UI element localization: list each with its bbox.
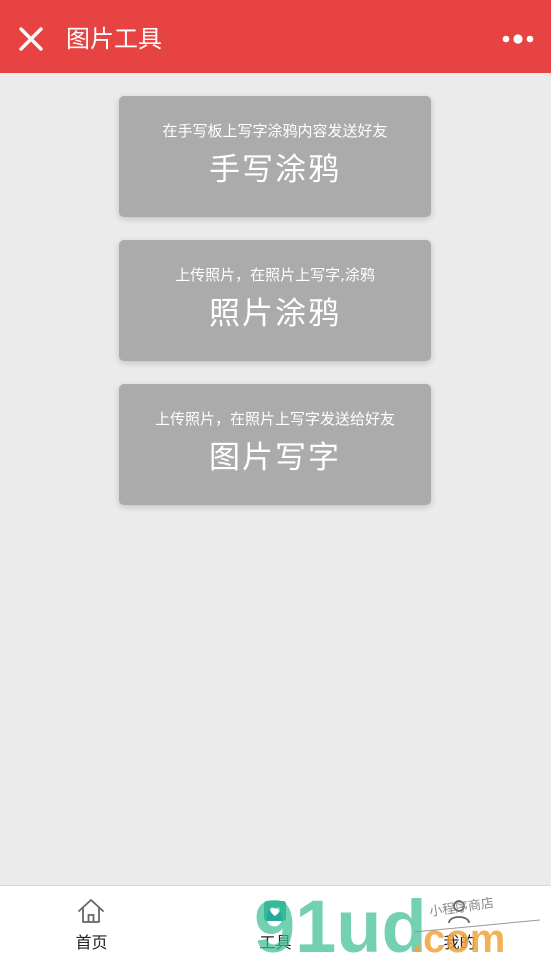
- tab-mine[interactable]: 我的: [368, 886, 551, 960]
- card-photo-doodle[interactable]: 上传照片，在照片上写字,涂鸦 照片涂鸦: [119, 240, 431, 361]
- user-icon: [448, 900, 470, 924]
- more-button[interactable]: [501, 24, 535, 54]
- card-title: 照片涂鸦: [209, 296, 341, 332]
- card-title: 手写涂鸦: [209, 152, 341, 188]
- more-dots-icon: [502, 34, 534, 44]
- card-subtitle: 在手写板上写字涂鸦内容发送好友: [162, 122, 388, 140]
- card-subtitle: 上传照片，在照片上写字,涂鸦: [175, 266, 375, 284]
- close-button[interactable]: [14, 22, 48, 56]
- tab-label: 工具: [259, 933, 292, 952]
- tools-icon: [264, 901, 286, 921]
- tab-tools[interactable]: 工具: [184, 886, 367, 960]
- bottom-tab-bar: 首页 工具 我的: [0, 885, 551, 960]
- tab-label: 我的: [443, 933, 476, 952]
- tab-label: 首页: [75, 933, 108, 952]
- page-title: 图片工具: [66, 25, 162, 53]
- card-handwriting-doodle[interactable]: 在手写板上写字涂鸦内容发送好友 手写涂鸦: [119, 96, 431, 217]
- home-icon: [78, 899, 104, 923]
- top-bar: 图片工具: [0, 0, 551, 73]
- card-subtitle: 上传照片，在照片上写字发送给好友: [154, 410, 395, 428]
- card-title: 图片写字: [209, 440, 341, 476]
- close-icon: [19, 27, 43, 51]
- tab-home[interactable]: 首页: [0, 886, 183, 960]
- card-picture-text[interactable]: 上传照片，在照片上写字发送给好友 图片写字: [119, 384, 431, 505]
